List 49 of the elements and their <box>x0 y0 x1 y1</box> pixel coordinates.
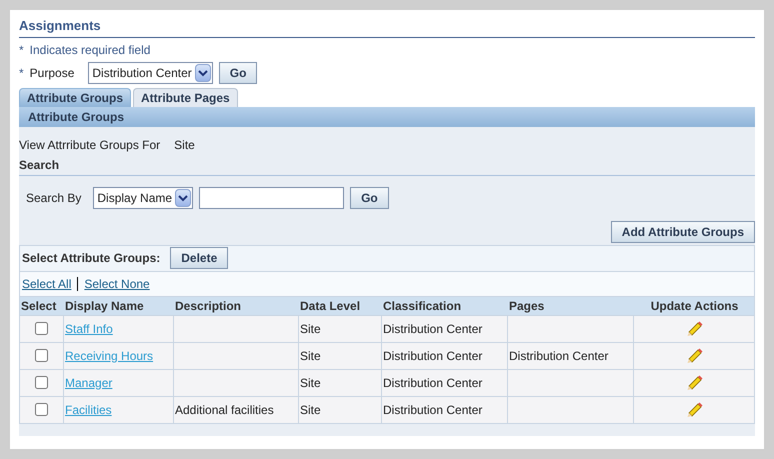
column-header: Display Name <box>64 298 145 314</box>
search-by-label: Search By <box>26 190 82 206</box>
view-for-value: Site <box>174 136 195 154</box>
dropdown-caret-icon <box>175 188 192 206</box>
required-note: Indicates required field <box>30 42 150 58</box>
row-checkbox[interactable] <box>35 349 48 362</box>
table-cell-text: Distribution Center <box>383 320 482 338</box>
section-header: Attribute Groups <box>19 106 755 126</box>
table-cell-text: Distribution Center <box>383 402 482 418</box>
pencil-icon[interactable] <box>686 401 702 418</box>
purpose-dropdown[interactable]: Distribution Center <box>88 62 213 84</box>
table-cell-text: Distribution Center <box>509 348 608 364</box>
go-button[interactable]: Go <box>350 186 389 208</box>
search-heading: Search <box>19 156 755 176</box>
go-button[interactable]: Go <box>218 62 258 84</box>
table-cell-text: Site <box>300 402 321 418</box>
table-cell-text: Distribution Center <box>383 374 482 392</box>
column-header: Update Actions <box>650 298 740 314</box>
select-bar-label: Select Attribute Groups: <box>22 250 160 267</box>
purpose-label: Purpose <box>30 64 74 82</box>
dropdown-caret-icon <box>194 64 211 82</box>
row-checkbox[interactable] <box>35 403 48 416</box>
delete-button[interactable]: Delete <box>170 247 228 269</box>
row-checkbox[interactable] <box>35 322 48 335</box>
add-attribute-groups-button[interactable]: Add Attribute Groups <box>610 220 755 242</box>
pencil-icon[interactable] <box>686 374 702 391</box>
select-link[interactable]: Select None <box>84 274 150 292</box>
view-for-label: View Attrribute Groups For <box>19 136 160 154</box>
column-header: Description <box>174 298 242 314</box>
table-cell-text: Site <box>300 348 321 364</box>
column-header: Classification <box>382 298 462 314</box>
table-cell-text: Distribution Center <box>383 348 482 364</box>
column-header: Select <box>20 298 58 314</box>
tab[interactable]: Attribute Pages <box>133 88 238 106</box>
column-header: Data Level <box>299 298 362 314</box>
required-mark: * <box>19 42 24 58</box>
tab[interactable]: Attribute Groups <box>19 88 131 106</box>
table-cell-text: Site <box>300 374 321 392</box>
pencil-icon[interactable] <box>686 320 702 337</box>
table-cell-text: Additional facilities <box>175 402 274 418</box>
table-cell-text: Site <box>300 320 321 338</box>
pencil-icon[interactable] <box>686 347 702 364</box>
search-field[interactable] <box>199 186 344 208</box>
row-checkbox[interactable] <box>35 376 48 389</box>
search-by-dropdown[interactable]: Display Name <box>93 186 194 208</box>
required-mark: * <box>19 64 24 82</box>
page-title: Assignments <box>19 16 755 38</box>
select-link[interactable]: Select All <box>22 274 72 292</box>
column-header: Pages <box>508 298 546 314</box>
